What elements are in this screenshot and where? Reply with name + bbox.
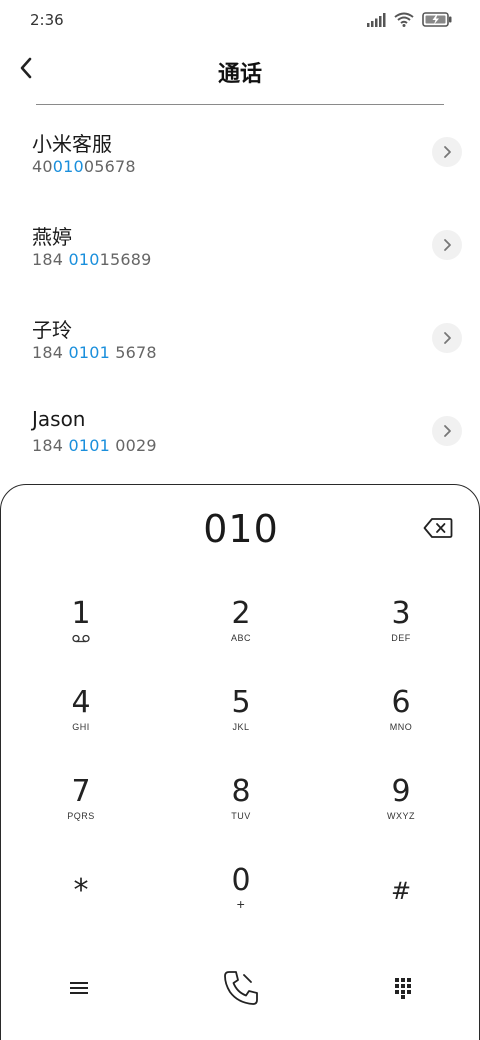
call-button[interactable]: [211, 963, 271, 1013]
number-suffix: 0029: [109, 436, 157, 455]
dial-key-1[interactable]: 1: [21, 597, 141, 677]
number-match-highlight: 010: [68, 250, 100, 269]
key-letters: GHI: [72, 722, 90, 732]
contact-detail-button[interactable]: [432, 416, 462, 446]
status-time: 2:36: [30, 11, 64, 29]
chevron-right-icon: [444, 425, 451, 437]
dial-key-3[interactable]: 3 DEF: [341, 597, 461, 677]
key-digit: 7: [71, 774, 91, 809]
chevron-right-icon: [444, 239, 451, 251]
dial-key-2[interactable]: 2 ABC: [181, 597, 301, 677]
status-bar: 2:36: [0, 0, 480, 40]
key-letters: +: [236, 896, 246, 912]
contact-item[interactable]: Jason 184 0101 0029: [0, 391, 480, 484]
number-suffix: 15689: [99, 250, 152, 269]
number-prefix: 184: [32, 250, 69, 269]
contact-detail-button[interactable]: [432, 137, 462, 167]
dial-key-9[interactable]: 9 WXYZ: [341, 775, 461, 855]
key-digit: 4: [71, 685, 91, 720]
key-letters: JKL: [232, 722, 250, 732]
dial-key-6[interactable]: 6 MNO: [341, 686, 461, 766]
key-letters: MNO: [389, 722, 413, 732]
key-digit: *: [73, 873, 89, 908]
number-prefix: 184: [32, 343, 69, 362]
title-divider: [36, 104, 444, 105]
number-match-highlight: 010: [52, 157, 84, 176]
chevron-right-icon: [444, 146, 451, 158]
dialed-number: 010: [203, 507, 279, 551]
menu-icon: [70, 982, 88, 994]
contact-item[interactable]: 小米客服 4001005678: [0, 112, 480, 205]
contact-number: 184 0101 0029: [32, 436, 157, 455]
contact-list: 小米客服 4001005678 燕婷 184 01015689 子玲 184 0…: [0, 112, 480, 484]
key-letters: WXYZ: [387, 811, 415, 821]
signal-icon: [367, 12, 386, 27]
dialpad-icon: [395, 978, 411, 999]
number-match-highlight: 0101: [68, 343, 110, 362]
key-digit: #: [390, 877, 412, 905]
page-title: 通话: [217, 62, 262, 87]
dial-key-0[interactable]: 0 +: [181, 864, 301, 944]
key-letters: ABC: [230, 633, 251, 643]
contact-number: 4001005678: [32, 157, 136, 176]
number-prefix: 40: [32, 157, 53, 176]
contact-name: Jason: [32, 407, 86, 431]
number-suffix: 5678: [109, 343, 157, 362]
battery-charging-icon: [422, 12, 452, 27]
contact-detail-button[interactable]: [432, 323, 462, 353]
contact-item[interactable]: 子玲 184 0101 5678: [0, 298, 480, 391]
key-digit: 2: [231, 596, 251, 631]
contact-number: 184 01015689: [32, 250, 151, 269]
dial-key-4[interactable]: 4 GHI: [21, 686, 141, 766]
backspace-icon: [423, 518, 453, 538]
key-digit: 8: [231, 774, 251, 809]
dial-key-5[interactable]: 5 JKL: [181, 686, 301, 766]
dial-key-8[interactable]: 8 TUV: [181, 775, 301, 855]
contact-name: 子玲: [32, 318, 72, 342]
phone-call-icon: [224, 971, 258, 1005]
chevron-right-icon: [444, 332, 451, 344]
contact-detail-button[interactable]: [432, 230, 462, 260]
contact-number: 184 0101 5678: [32, 343, 157, 362]
key-letters: TUV: [231, 811, 251, 821]
backspace-button[interactable]: [423, 517, 453, 539]
key-digit: 0: [231, 863, 251, 898]
key-digit: 9: [391, 774, 411, 809]
number-suffix: 05678: [83, 157, 136, 176]
wifi-icon: [394, 12, 414, 27]
key-digit: 5: [231, 685, 251, 720]
key-digit: 3: [391, 596, 411, 631]
key-letters: PQRS: [67, 811, 95, 821]
hide-dialpad-button[interactable]: [373, 963, 433, 1013]
contact-name: 小米客服: [32, 132, 112, 156]
number-prefix: 184: [32, 436, 69, 455]
dial-key-hash[interactable]: #: [341, 864, 461, 944]
dialpad-actions: [1, 963, 480, 1023]
contact-item[interactable]: 燕婷 184 01015689: [0, 205, 480, 298]
dialpad-panel: 010 1 2 ABC 3 DEF 4 GHI 5 JKL 6 MNO 7 PQ…: [0, 484, 480, 1040]
status-icons: [366, 12, 452, 27]
app-bar: 通话: [0, 40, 480, 104]
dial-key-star[interactable]: *: [21, 864, 141, 944]
key-digit: 1: [71, 596, 91, 631]
contact-name: 燕婷: [32, 225, 72, 249]
voicemail-icon: [72, 634, 90, 643]
number-match-highlight: 0101: [68, 436, 110, 455]
key-letters: DEF: [391, 633, 411, 643]
menu-button[interactable]: [49, 963, 109, 1013]
key-digit: 6: [391, 685, 411, 720]
dial-key-7[interactable]: 7 PQRS: [21, 775, 141, 855]
